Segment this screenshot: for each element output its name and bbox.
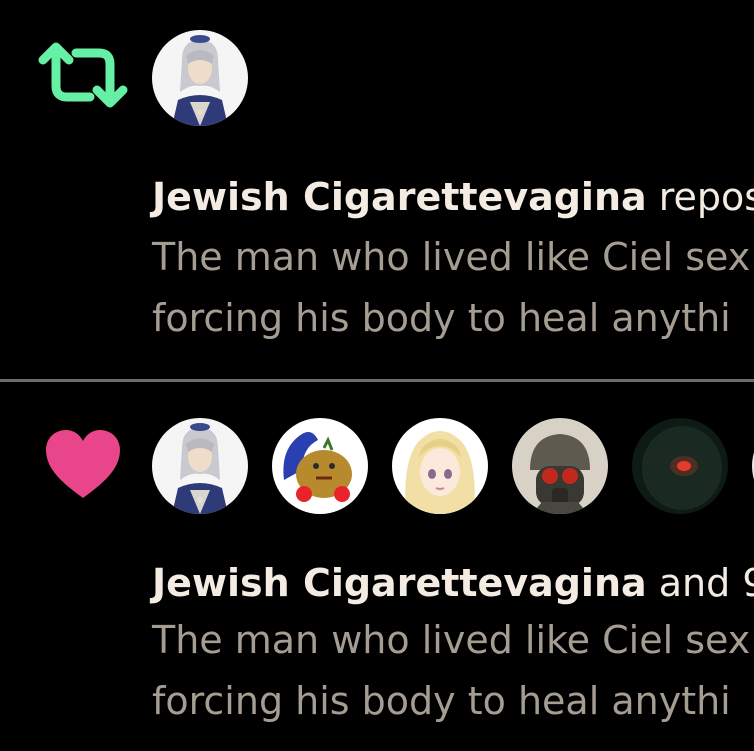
avatar-white-haired-man-illustration [152,30,248,126]
avatar[interactable] [632,418,728,514]
avatar[interactable] [272,418,368,514]
preview-line: The man who lived like Ciel sex [152,235,751,279]
notification-headline: Jewish Cigarettevagina and 9 [152,561,754,605]
avatar[interactable] [152,418,248,514]
actor-name[interactable]: Jewish Cigarettevagina [152,175,647,219]
avatar[interactable] [152,30,248,126]
actor-avatars [152,418,754,516]
post-preview[interactable]: The man who lived like Ciel sex forcing … [152,610,750,732]
action-text: and 9 [658,561,754,605]
preview-line: forcing his body to heal anythi [152,296,731,340]
avatar-anime-blonde-girl [392,418,488,514]
preview-line: forcing his body to heal anythi [152,679,731,723]
avatar-white-haired-man-illustration [152,418,248,514]
heart-icon [46,430,120,498]
notification-repost[interactable]: Jewish Cigarettevagina repos The man who… [0,0,754,380]
preview-line: The man who lived like Ciel sex [152,618,751,662]
actor-name[interactable]: Jewish Cigarettevagina [152,561,647,605]
avatar[interactable] [392,418,488,514]
avatar[interactable] [512,418,608,514]
avatar-cartoon-drawing [272,418,368,514]
post-preview[interactable]: The man who lived like Ciel sex forcing … [152,227,750,349]
repost-icon [38,42,128,108]
action-text: repos [658,175,754,219]
notification-like[interactable]: Jewish Cigarettevagina and 9 The man who… [0,383,754,751]
divider [0,379,754,382]
actor-avatars [152,30,248,128]
notification-headline: Jewish Cigarettevagina repos [152,175,754,219]
avatar-dark-figure [632,418,728,514]
avatar-gas-mask-helmet [512,418,608,514]
